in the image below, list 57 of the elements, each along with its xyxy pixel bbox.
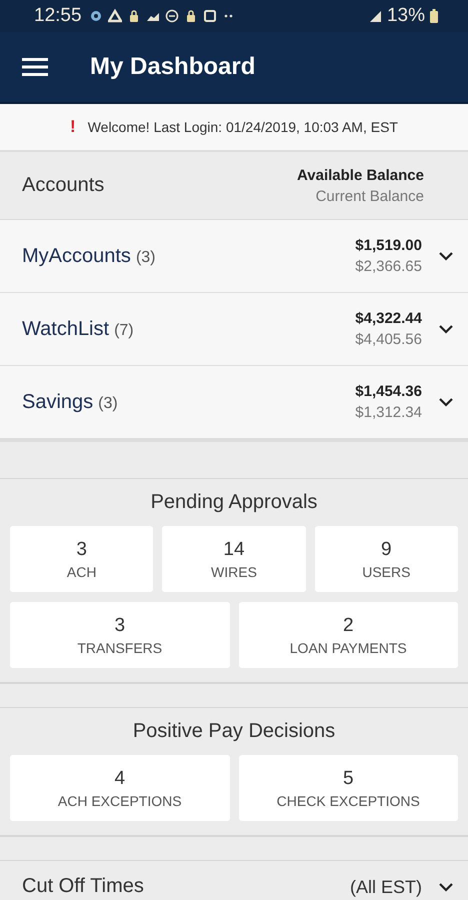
column-label: Available Balance	[296, 166, 424, 184]
tile-label: USERS	[362, 564, 410, 580]
group-name: WatchList	[22, 318, 110, 340]
alert-icon: !	[70, 117, 76, 137]
approval-tile[interactable]: 3 ACH	[10, 526, 154, 592]
tile-label: ACH EXCEPTIONS	[58, 792, 182, 808]
chevron-icon[interactable]	[438, 251, 454, 261]
tile-count: 5	[342, 768, 354, 790]
menu-button[interactable]	[22, 57, 48, 77]
tile-label: TRANSFERS	[77, 640, 162, 656]
section-title: Pending Approvals	[150, 491, 318, 514]
clock-time: 12:55	[34, 5, 82, 27]
section-title: Cut Off Times	[22, 875, 144, 898]
tile-label: WIRES	[211, 564, 257, 580]
menu-icon	[22, 57, 48, 77]
cut-off-row[interactable]: Cut Off Times (All EST)	[0, 861, 468, 900]
tile-label: ACH	[66, 564, 96, 580]
current-balance: $4,405.56	[355, 331, 422, 348]
group-count: (3)	[136, 248, 156, 266]
section-title: Positive Pay Decisions	[132, 720, 336, 743]
time-zone-note: (All EST)	[350, 877, 422, 898]
approval-tile[interactable]: 5 CHECK EXCEPTIONS	[238, 755, 458, 821]
signal-icon	[368, 9, 382, 23]
battery-icon	[430, 9, 438, 23]
available-balance: $1,519.00	[355, 237, 422, 254]
battery-percent: 13%	[386, 5, 425, 27]
chevron-icon[interactable]	[438, 324, 454, 334]
group-count: (3)	[98, 394, 118, 412]
square-icon	[202, 9, 217, 23]
chevron-icon[interactable]	[438, 882, 454, 892]
minus-circle-icon	[164, 9, 179, 23]
approval-tile[interactable]: 3 TRANSFERS	[10, 602, 230, 668]
approval-tile[interactable]: 2 LOAN PAYMENTS	[238, 602, 458, 668]
last-login-text: Welcome! Last Login: 01/24/2019, 10:03 AM, EST	[88, 119, 398, 135]
tile-count: 3	[76, 538, 87, 560]
triangle-icon	[108, 9, 122, 23]
app-title: My Dashboard	[90, 53, 256, 81]
column-label: Current Balance	[316, 188, 424, 204]
group-name: Savings	[22, 390, 94, 414]
approval-tile[interactable]: 14 WIRES	[162, 526, 306, 592]
tile-count: 4	[114, 768, 126, 790]
tile-count: 3	[114, 614, 126, 636]
current-balance: $1,312.34	[355, 404, 422, 421]
tile-count: 2	[342, 614, 354, 636]
available-balance: $4,322.44	[355, 310, 422, 327]
tile-count: 14	[223, 538, 245, 560]
tile-count: 9	[381, 538, 392, 560]
tile-label: CHECK EXCEPTIONS	[276, 792, 420, 808]
group-count: (7)	[114, 322, 134, 340]
approval-tile[interactable]: 9 USERS	[314, 526, 458, 592]
group-name: MyAccounts	[22, 244, 131, 268]
tile-label: LOAN PAYMENTS	[290, 640, 407, 656]
chevron-icon[interactable]	[438, 397, 454, 407]
current-balance: $2,366.65	[355, 258, 422, 275]
section-title: Accounts	[22, 174, 104, 197]
approval-tile[interactable]: 4 ACH EXCEPTIONS	[10, 755, 230, 821]
available-balance: $1,454.36	[355, 383, 422, 400]
